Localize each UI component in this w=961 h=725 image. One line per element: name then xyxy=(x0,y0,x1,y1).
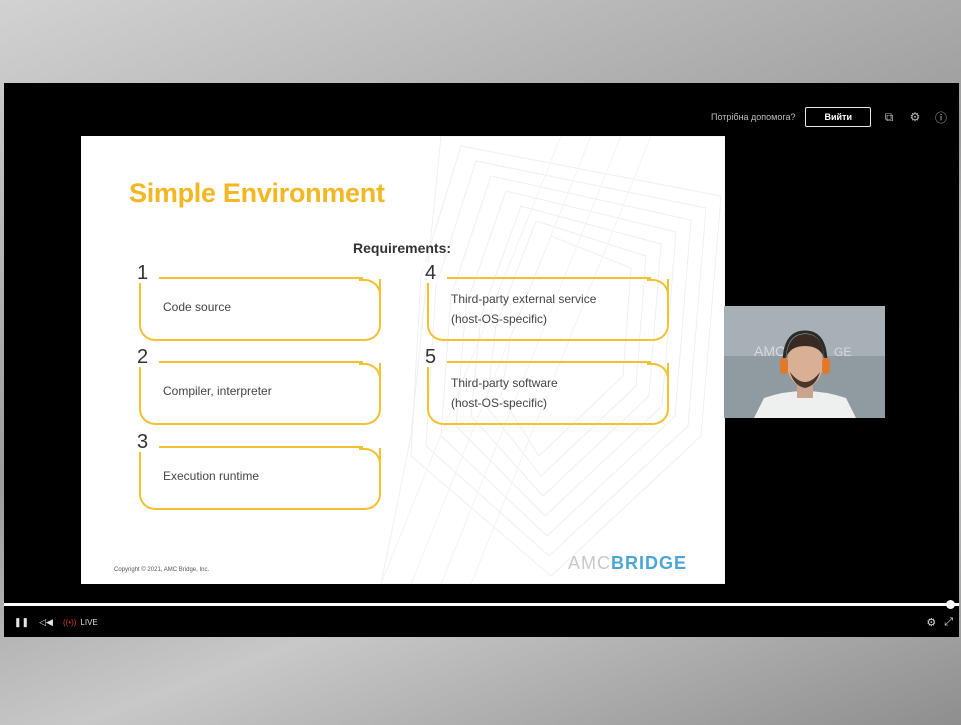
requirement-box-1: 1 Code source xyxy=(135,263,381,341)
requirement-number: 5 xyxy=(423,346,439,368)
requirement-text-line2: (host-OS-specific) xyxy=(451,396,548,410)
slide-copyright: Copyright © 2021, AMC Bridge, Inc. xyxy=(114,567,210,573)
settings-gear-icon[interactable]: ⚙ xyxy=(926,616,936,629)
live-label: LIVE xyxy=(80,617,98,627)
player-controls: ❚❚ ◁◀ ((•)) LIVE ⚙ ⤢ xyxy=(4,609,959,635)
progress-knob[interactable] xyxy=(946,600,955,609)
slide-title: Simple Environment xyxy=(129,178,385,208)
requirement-number: 4 xyxy=(423,262,439,284)
presentation-slide: Simple Environment Requirements: 1 Code … xyxy=(81,136,725,584)
requirement-text: Execution runtime xyxy=(163,469,260,483)
amc-bridge-logo: AMCBRIDGE xyxy=(568,553,688,573)
requirement-text-line1: Third-party software xyxy=(451,376,558,390)
progress-bar[interactable] xyxy=(4,600,959,609)
requirement-text: Compiler, interpreter xyxy=(163,384,272,398)
copy-icon[interactable]: ⧉ xyxy=(881,110,897,125)
requirement-box-4: 4 Third-party external service (host-OS-… xyxy=(423,263,669,341)
requirement-text-line2: (host-OS-specific) xyxy=(451,312,548,326)
volume-icon[interactable]: ◁◀ xyxy=(39,617,53,628)
gear-icon[interactable]: ⚙ xyxy=(907,110,923,124)
pause-icon[interactable]: ❚❚ xyxy=(14,617,29,628)
requirements-heading: Requirements: xyxy=(353,240,452,256)
player-topbar: Потрібна допомога? Вийти ⧉ ⚙ ⓘ xyxy=(711,107,949,127)
requirement-box-2: 2 Compiler, interpreter xyxy=(135,347,381,425)
requirement-text: Code source xyxy=(163,300,232,314)
requirement-number: 3 xyxy=(135,431,151,453)
requirement-number: 1 xyxy=(135,262,151,284)
live-indicator-icon: ((•)) xyxy=(62,617,77,627)
svg-text:GE: GE xyxy=(834,345,851,359)
requirement-box-3: 3 Execution runtime xyxy=(135,432,381,510)
webcam-feed: AMC GE xyxy=(724,306,885,418)
exit-button[interactable]: Вийти xyxy=(805,107,871,127)
video-player: Потрібна допомога? Вийти ⧉ ⚙ ⓘ Simple En… xyxy=(4,83,959,637)
svg-text:AMC: AMC xyxy=(754,343,785,359)
requirement-text-line1: Third-party external service xyxy=(451,292,597,306)
info-icon[interactable]: ⓘ xyxy=(933,109,949,126)
requirement-box-5: 5 Third-party software (host-OS-specific… xyxy=(423,347,669,425)
requirement-number: 2 xyxy=(135,346,151,368)
fullscreen-icon[interactable]: ⤢ xyxy=(944,616,953,629)
presenter-video: AMC GE xyxy=(724,306,885,418)
help-link[interactable]: Потрібна допомога? xyxy=(711,112,795,122)
